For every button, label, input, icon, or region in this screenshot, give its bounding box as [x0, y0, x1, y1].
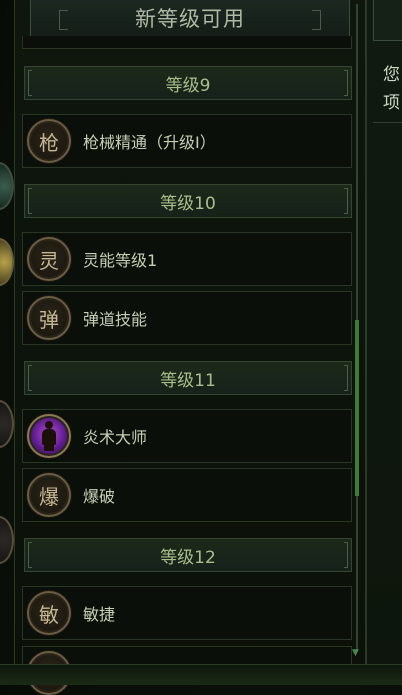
level-list: 等级9 枪 枪械精通（升级Ⅰ） 等级10 灵 灵能等级1 弹 弹道技能 等级11…: [0, 0, 402, 695]
list-item-psionic-level[interactable]: 灵 灵能等级1: [22, 232, 352, 286]
scroll-down-arrow-icon[interactable]: ▼: [352, 648, 359, 658]
badge-char: 爆: [39, 484, 59, 509]
list-item-label: 弹道技能: [83, 310, 148, 329]
psionic-level-icon: 灵: [27, 237, 71, 281]
list-item-gun-mastery[interactable]: 枪 枪械精通（升级Ⅰ）: [22, 114, 352, 168]
list-item-label: 爆破: [83, 487, 116, 506]
level-header-label: 等级9: [165, 75, 211, 96]
list-item-partial-top[interactable]: [22, 36, 352, 49]
agility-icon: 敏: [27, 591, 71, 635]
badge-char: 枪: [39, 130, 59, 155]
pyromaster-portrait-icon: [27, 414, 71, 458]
badge-char: 敏: [39, 602, 59, 627]
level-header-9: 等级9: [24, 66, 352, 100]
list-item-pyromaster[interactable]: 炎术大师: [22, 409, 352, 463]
right-panel-top-frame: [373, 0, 402, 41]
level-header-label: 等级10: [160, 193, 216, 214]
gun-mastery-icon: 枪: [27, 119, 71, 163]
right-side-panel: 您 项: [366, 0, 402, 684]
silhouette-figure: [40, 421, 58, 451]
level-header-label: 等级12: [160, 547, 216, 568]
scrollbar-thumb[interactable]: [355, 320, 359, 496]
right-panel-divider: [373, 122, 402, 123]
level-header-10: 等级10: [24, 184, 352, 218]
demolition-icon: 爆: [27, 473, 71, 517]
right-panel-text-2: 项: [383, 93, 400, 113]
level-header-11: 等级11: [24, 361, 352, 395]
list-item-ballistic-skill[interactable]: 弹 弹道技能: [22, 291, 352, 345]
bottom-frame: [0, 664, 402, 685]
level-header-label: 等级11: [160, 370, 216, 391]
list-item-label: 枪械精通（升级Ⅰ）: [83, 133, 216, 152]
level-header-12: 等级12: [24, 538, 352, 572]
ballistic-skill-icon: 弹: [27, 296, 71, 340]
list-item-agility[interactable]: 敏 敏捷: [22, 586, 352, 640]
right-panel-text-1: 您: [383, 65, 400, 85]
badge-char: 灵: [39, 248, 59, 273]
list-item-label: 灵能等级1: [83, 251, 158, 270]
list-item-label: 敏捷: [83, 605, 116, 624]
badge-char: 弹: [39, 307, 59, 332]
list-item-demolition[interactable]: 爆 爆破: [22, 468, 352, 522]
list-item-label: 炎术大师: [83, 428, 148, 447]
